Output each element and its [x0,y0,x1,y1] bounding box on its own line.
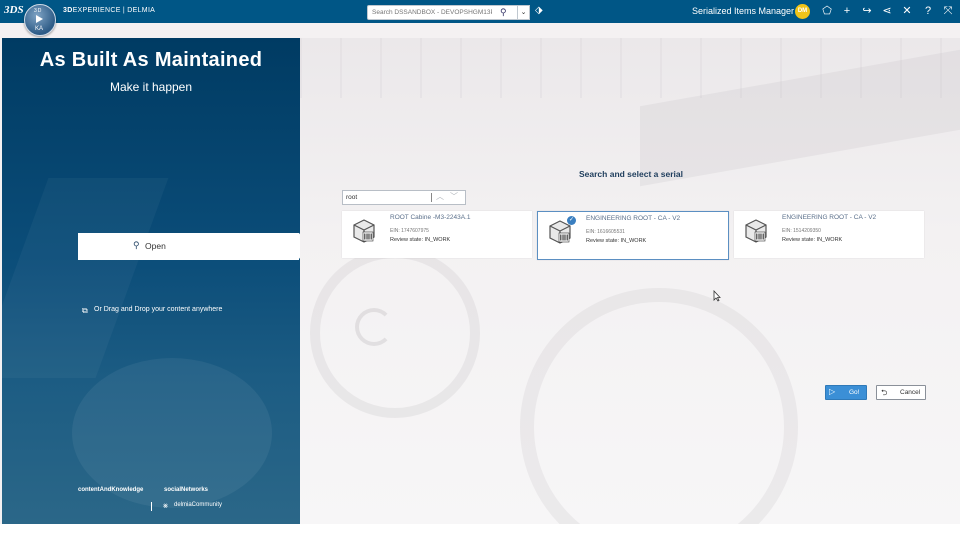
serialized-part-icon [745,219,767,243]
3ds-logo-icon[interactable]: 3DS [4,4,24,19]
help-icon[interactable]: ? [921,5,935,18]
background-decoration [2,178,169,378]
background-decoration [72,358,272,508]
compass-label: 3D [34,8,43,14]
serial-card-title: ENGINEERING ROOT - CA - V2 [586,215,681,222]
serial-card-ein: EIN: 1616605531 [586,229,625,235]
network-icon[interactable]: ⋖ [880,5,894,18]
hangar-background [300,38,960,524]
footer-divider [151,502,152,511]
redirect-icon[interactable]: ↪ [860,5,874,18]
global-search: ⚲ [367,5,519,20]
chevron-down-icon[interactable]: ﹀ [450,191,458,202]
chevron-up-icon[interactable]: ︿ [436,191,444,202]
add-icon[interactable]: + [840,5,854,18]
selected-check-icon: ✓ [567,216,576,225]
panel-subtitle: Make it happen [109,80,193,94]
serial-card-title: ENGINEERING ROOT - CA - V2 [782,214,877,221]
serial-card-state: Review state: IN_WORK [586,238,647,244]
serial-card-state: Review state: IN_WORK [390,237,451,243]
serial-card-ein: EIN: 1747607975 [390,228,429,234]
tag-icon[interactable]: ⬗ [535,5,543,16]
footer-link-social-networks[interactable]: socialNetworks [164,487,208,493]
welcome-panel: As Built As Maintained Make it happen ⧉ … [2,38,300,524]
share-icon[interactable]: ⬠ [820,5,834,18]
serial-selector-heading: Search and select a serial [579,169,683,179]
panel-title: As Built As Maintained [39,49,263,71]
background-decoration [310,248,480,418]
play-icon: ▷ [829,387,836,396]
compass-play-icon [36,15,43,23]
search-icon[interactable]: ⚲ [500,7,507,18]
go-button-label: Go! [849,389,860,396]
compass-user-initials: KA [35,26,44,32]
cancel-button-label: Cancel [900,389,921,396]
brand-name: 3DEXPERIENCE | DELMIA [63,7,156,14]
filter-divider [431,193,432,202]
app-title: Serialized Items Manager [692,6,795,16]
drag-drop-hint: Or Drag and Drop your content anywhere [94,306,223,313]
serialized-part-icon [353,219,375,243]
serial-card[interactable]: ROOT Cabine -M3-2243A.1 EIN: 1747607975 … [342,211,532,258]
serial-filter: ︿ ﹀ [342,190,466,205]
serial-card-ein: EIN: 1514209350 [782,228,821,234]
serial-card-state: Review state: IN_WORK [782,237,843,243]
serial-card-selected[interactable]: ✓ ENGINEERING ROOT - CA - V2 EIN: 161660… [537,211,729,260]
mouse-cursor-icon [713,290,721,302]
go-button[interactable]: ▷ Go! [825,385,867,400]
drag-drop-icon: ⧉ [82,306,88,315]
bottom-strip [0,524,960,540]
undo-icon: ⮌ [881,388,888,397]
serial-card[interactable]: ENGINEERING ROOT - CA - V2 EIN: 15142093… [734,211,924,258]
serial-card-title: ROOT Cabine -M3-2243A.1 [390,214,471,221]
search-input[interactable] [372,7,492,18]
delmia-icon: ⨳ [163,501,168,510]
search-icon: ⚲ [133,240,140,250]
fullscreen-icon[interactable]: ⤧ [941,5,955,18]
footer-link-delmia-community[interactable]: delmiaCommunity [174,502,222,508]
community-icon[interactable]: ✕ [900,5,914,18]
compass-button[interactable]: 3D KA [24,4,56,36]
cancel-button[interactable]: ⮌ Cancel [876,385,926,400]
background-decoration [355,308,393,346]
serial-filter-input[interactable] [346,192,426,203]
open-button-label: Open [145,241,166,251]
background-decoration [520,288,798,524]
search-scope-dropdown[interactable]: ⌄ [517,5,530,20]
top-bar: 3DS 3D KA 3DEXPERIENCE | DELMIA ⚲ ⌄ ⬗ Se… [0,0,960,36]
footer-link-content-knowledge[interactable]: contentAndKnowledge [78,487,143,493]
open-button[interactable]: ⚲ Open [78,233,299,260]
user-avatar[interactable]: DM [795,4,810,19]
